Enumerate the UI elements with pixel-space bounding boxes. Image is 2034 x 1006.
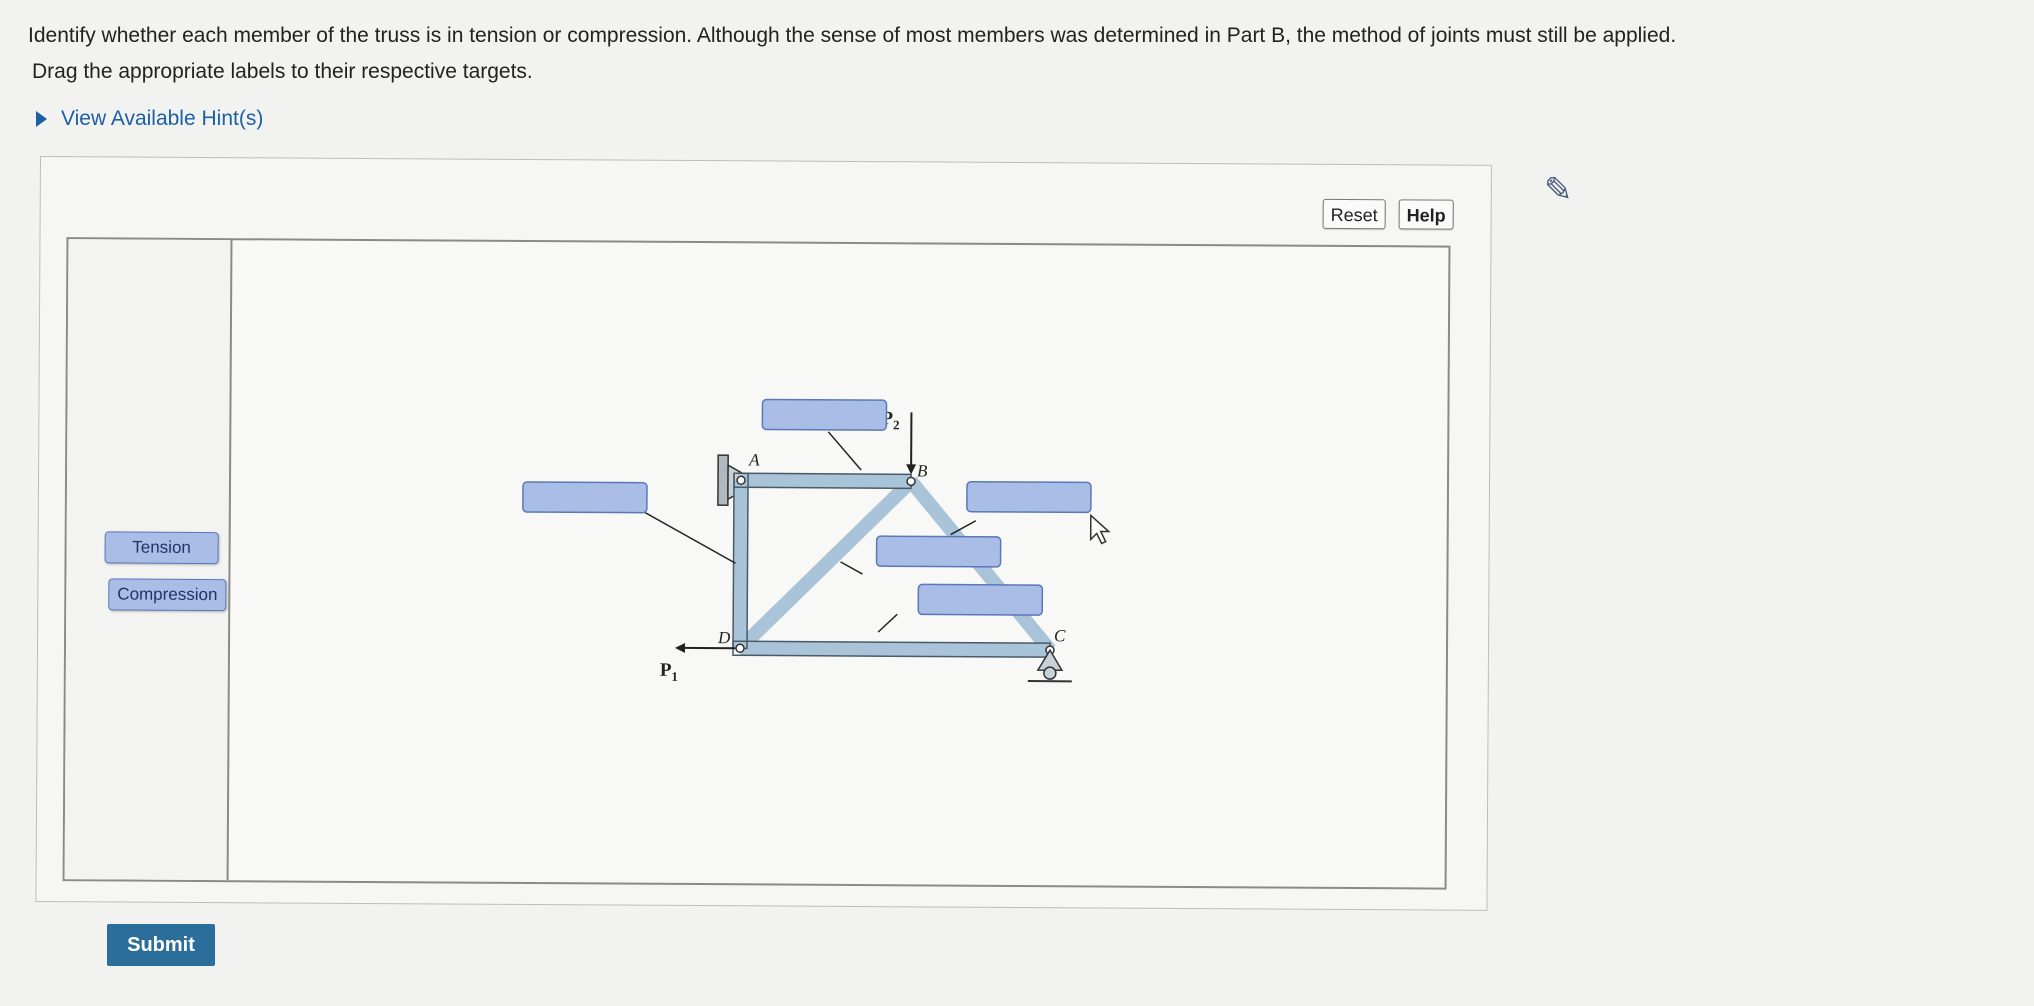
drop-target-ab[interactable] [761, 398, 888, 431]
mouse-cursor-icon [1089, 513, 1111, 545]
view-hints-label: View Available Hint(s) [61, 107, 264, 130]
drop-target-bd[interactable] [875, 535, 1002, 568]
joint-label-c: C [1054, 626, 1066, 645]
pencil-icon: ✎ [1544, 171, 1573, 209]
joint-label-d: D [717, 628, 731, 647]
tension-label[interactable]: Tension [104, 531, 219, 565]
member-ab [740, 473, 912, 489]
help-button[interactable]: Help [1398, 199, 1454, 230]
joint-label-a: A [748, 450, 760, 469]
member-ad [733, 480, 749, 649]
joint-pin-b [906, 476, 916, 487]
truss-diagram: A B C D P2 P1 [522, 398, 1111, 684]
instruction-text: Identify whether each member of the trus… [28, 24, 1677, 47]
load-arrow-p2 [906, 412, 917, 475]
label-tray: Tension Compression [64, 239, 233, 881]
drop-target-dc[interactable] [917, 583, 1044, 616]
load-label-p1: P1 [660, 660, 678, 684]
joint-pin-d [735, 643, 745, 654]
reset-button[interactable]: Reset [1322, 198, 1386, 230]
caret-right-icon [36, 111, 47, 127]
joint-pin-a [736, 475, 746, 486]
instruction-subtext: Drag the appropriate labels to their res… [32, 60, 533, 83]
member-dc [739, 641, 1051, 658]
drop-target-bc[interactable] [966, 480, 1092, 514]
submit-button[interactable]: Submit [107, 924, 215, 966]
joint-label-b: B [917, 461, 928, 480]
compression-label[interactable]: Compression [108, 578, 227, 612]
view-hints-toggle[interactable]: View Available Hint(s) [36, 107, 263, 131]
drop-target-ad[interactable] [522, 481, 648, 514]
question-panel: Reset Help Tension Compression A B C D P… [35, 156, 1492, 911]
drag-drop-area: Tension Compression A B C D P2 P1 [62, 237, 1451, 890]
